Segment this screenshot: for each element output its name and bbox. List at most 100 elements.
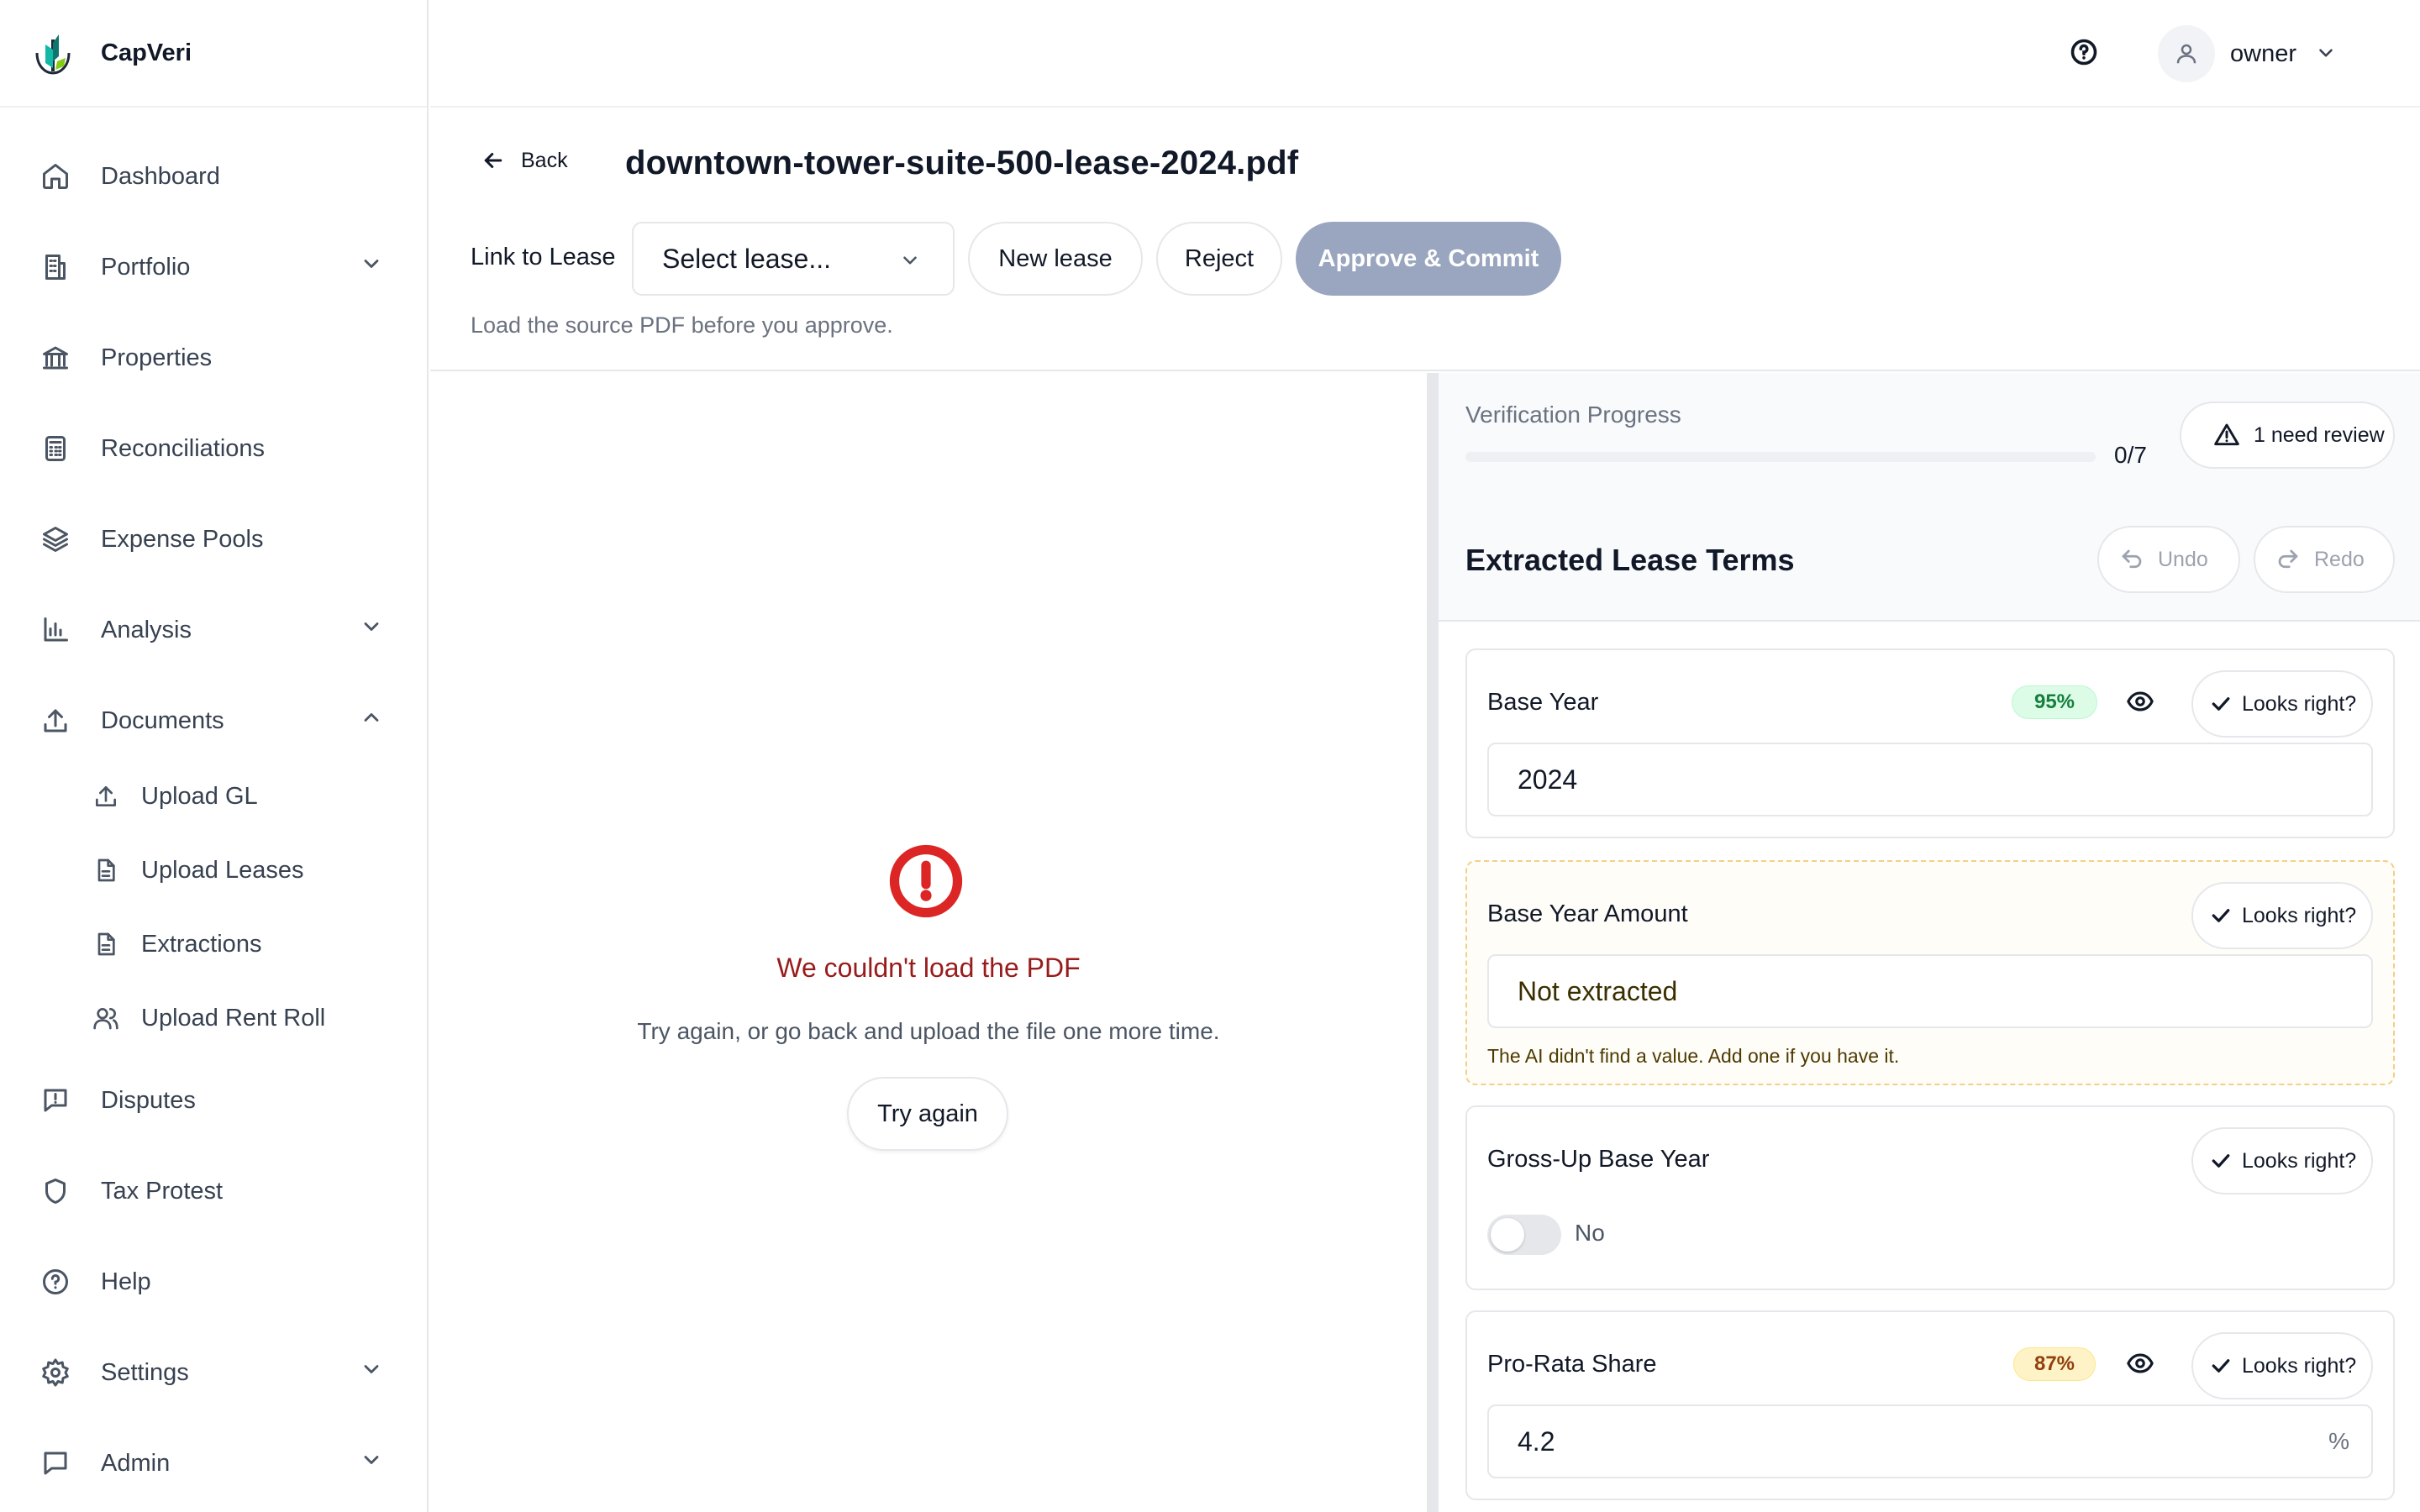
redo-label: Redo (2314, 547, 2365, 571)
terms-title: Extracted Lease Terms (1465, 543, 1795, 577)
sidebar-item-label: Portfolio (101, 253, 191, 281)
chevron-up-icon[interactable] (360, 706, 390, 736)
top-bar: owner (430, 0, 2420, 108)
panel-resize-handle[interactable] (1427, 373, 1439, 1512)
chevron-down-icon[interactable] (360, 615, 390, 645)
sidebar-item-admin[interactable]: Admin (0, 1430, 429, 1497)
sidebar-item-label: Help (101, 1268, 151, 1295)
toggle-knob (1491, 1218, 1524, 1252)
field-label: Base Year (1487, 689, 1599, 716)
sidebar-item-label: Settings (101, 1358, 189, 1386)
sidebar-item-tax-protest[interactable]: Tax Protest (0, 1158, 429, 1225)
need-review-button[interactable]: 1 need review (2180, 402, 2395, 469)
sidebar-subitem-upload-leases[interactable]: Upload Leases (0, 837, 429, 904)
field-value: 4.2 (1518, 1425, 1555, 1457)
field-label: Base Year Amount (1487, 900, 1688, 927)
user-icon (2176, 44, 2196, 64)
home-icon (39, 160, 72, 193)
redo-icon (2278, 549, 2298, 569)
redo-button[interactable]: Redo (2254, 526, 2395, 593)
layers-icon (39, 522, 72, 556)
looks-right-button[interactable]: Looks right? (2191, 1332, 2373, 1399)
gross-up-toggle[interactable] (1487, 1215, 1561, 1255)
field-label: Gross-Up Base Year (1487, 1146, 1710, 1173)
app-root: CapVeri Dashboard Portfolio Properties R… (0, 0, 2420, 1512)
undo-button[interactable]: Undo (2097, 526, 2240, 593)
sidebar-subitem-label: Extractions (141, 930, 262, 958)
file-text-icon (91, 855, 121, 885)
check-icon (2212, 1359, 2230, 1373)
file-text-icon (91, 929, 121, 959)
check-icon (2212, 1154, 2230, 1168)
sidebar-item-analysis[interactable]: Analysis (0, 596, 429, 664)
chevron-down-icon[interactable] (360, 1357, 390, 1388)
reject-button[interactable]: Reject (1156, 222, 1282, 296)
upload-icon (91, 781, 121, 811)
lease-select[interactable]: Select lease... (632, 222, 955, 296)
field-card-base-year: Base Year 95% Looks right? 2024 (1465, 648, 2395, 838)
sidebar-item-label: Expense Pools (101, 525, 264, 553)
percent-suffix: % (2328, 1428, 2349, 1454)
chevron-down-icon (2315, 42, 2338, 66)
sidebar-item-documents[interactable]: Documents (0, 687, 429, 754)
eye-icon[interactable] (2126, 1349, 2156, 1379)
pro-rata-share-input[interactable]: 4.2 % (1487, 1404, 2373, 1478)
verification-title: Verification Progress (1465, 402, 1681, 428)
looks-right-button[interactable]: Looks right? (2191, 1127, 2373, 1194)
sidebar-subitem-extractions[interactable]: Extractions (0, 911, 429, 978)
extraction-panel: Verification Progress 0/7 1 need review … (1439, 373, 2420, 1512)
approve-commit-button[interactable]: Approve & Commit (1296, 222, 1561, 296)
sidebar-item-label: Disputes (101, 1086, 196, 1114)
sidebar-item-label: Dashboard (101, 162, 220, 190)
sidebar-item-label: Tax Protest (101, 1177, 224, 1205)
progress-bar (1465, 452, 2096, 462)
looks-right-button[interactable]: Looks right? (2191, 882, 2373, 949)
looks-right-button[interactable]: Looks right? (2191, 670, 2373, 738)
sidebar-item-label: Properties (101, 344, 213, 371)
sidebar-item-portfolio[interactable]: Portfolio (0, 234, 429, 301)
user-menu[interactable]: owner (2158, 25, 2338, 82)
pdf-error-title: We couldn't load the PDF (776, 953, 1081, 983)
brand[interactable]: CapVeri (0, 0, 427, 108)
gear-icon (39, 1356, 72, 1389)
chevron-down-icon (899, 247, 923, 270)
sidebar-item-expense-pools[interactable]: Expense Pools (0, 506, 429, 573)
field-label: Pro-Rata Share (1487, 1351, 1657, 1378)
new-lease-button[interactable]: New lease (968, 222, 1143, 296)
sidebar-item-settings[interactable]: Settings (0, 1339, 429, 1406)
sidebar-subitem-upload-gl[interactable]: Upload GL (0, 763, 429, 830)
back-button[interactable]: Back (481, 148, 568, 173)
sidebar-item-disputes[interactable]: Disputes (0, 1067, 429, 1134)
field-card-base-year-amount: Base Year Amount Looks right? Not extrac… (1465, 860, 2395, 1085)
user-name: owner (2230, 39, 2296, 67)
message-alert-icon (39, 1084, 72, 1117)
toggle-value: No (1575, 1220, 1605, 1246)
pdf-error-message: Try again, or go back and upload the fil… (637, 1018, 1220, 1044)
help-icon[interactable] (2069, 37, 2102, 71)
sidebar-subitem-label: Upload Rent Roll (141, 1004, 326, 1032)
eye-icon[interactable] (2126, 687, 2156, 717)
try-again-button[interactable]: Try again (847, 1077, 1008, 1151)
sidebar-item-label: Documents (101, 706, 224, 734)
sidebar-item-help[interactable]: Help (0, 1248, 429, 1315)
sidebar-item-label: Analysis (101, 616, 192, 643)
chevron-down-icon[interactable] (360, 252, 390, 282)
avatar (2158, 25, 2215, 82)
pdf-viewer: We couldn't load the PDF Try again, or g… (430, 373, 1427, 1512)
sidebar-item-dashboard[interactable]: Dashboard (0, 143, 429, 210)
sidebar-item-reconciliations[interactable]: Reconciliations (0, 415, 429, 482)
chevron-down-icon[interactable] (360, 1448, 390, 1478)
terms-header: Extracted Lease Terms Undo Redo (1439, 501, 2420, 622)
back-label: Back (521, 148, 568, 172)
sidebar-subitem-upload-rent-roll[interactable]: Upload Rent Roll (0, 984, 429, 1052)
base-year-amount-input[interactable]: Not extracted (1487, 954, 2373, 1028)
sidebar-subitem-label: Upload GL (141, 782, 258, 810)
calculator-icon (39, 432, 72, 465)
check-icon (2212, 909, 2230, 922)
verification-progress: Verification Progress 0/7 1 need review (1439, 373, 2420, 501)
sidebar-item-properties[interactable]: Properties (0, 324, 429, 391)
base-year-input[interactable]: 2024 (1487, 743, 2373, 816)
field-card-pro-rata-share: Pro-Rata Share 87% Looks right? 4.2 % (1465, 1310, 2395, 1500)
progress-count: 0/7 (2114, 442, 2147, 468)
looks-right-label: Looks right? (2242, 903, 2357, 927)
